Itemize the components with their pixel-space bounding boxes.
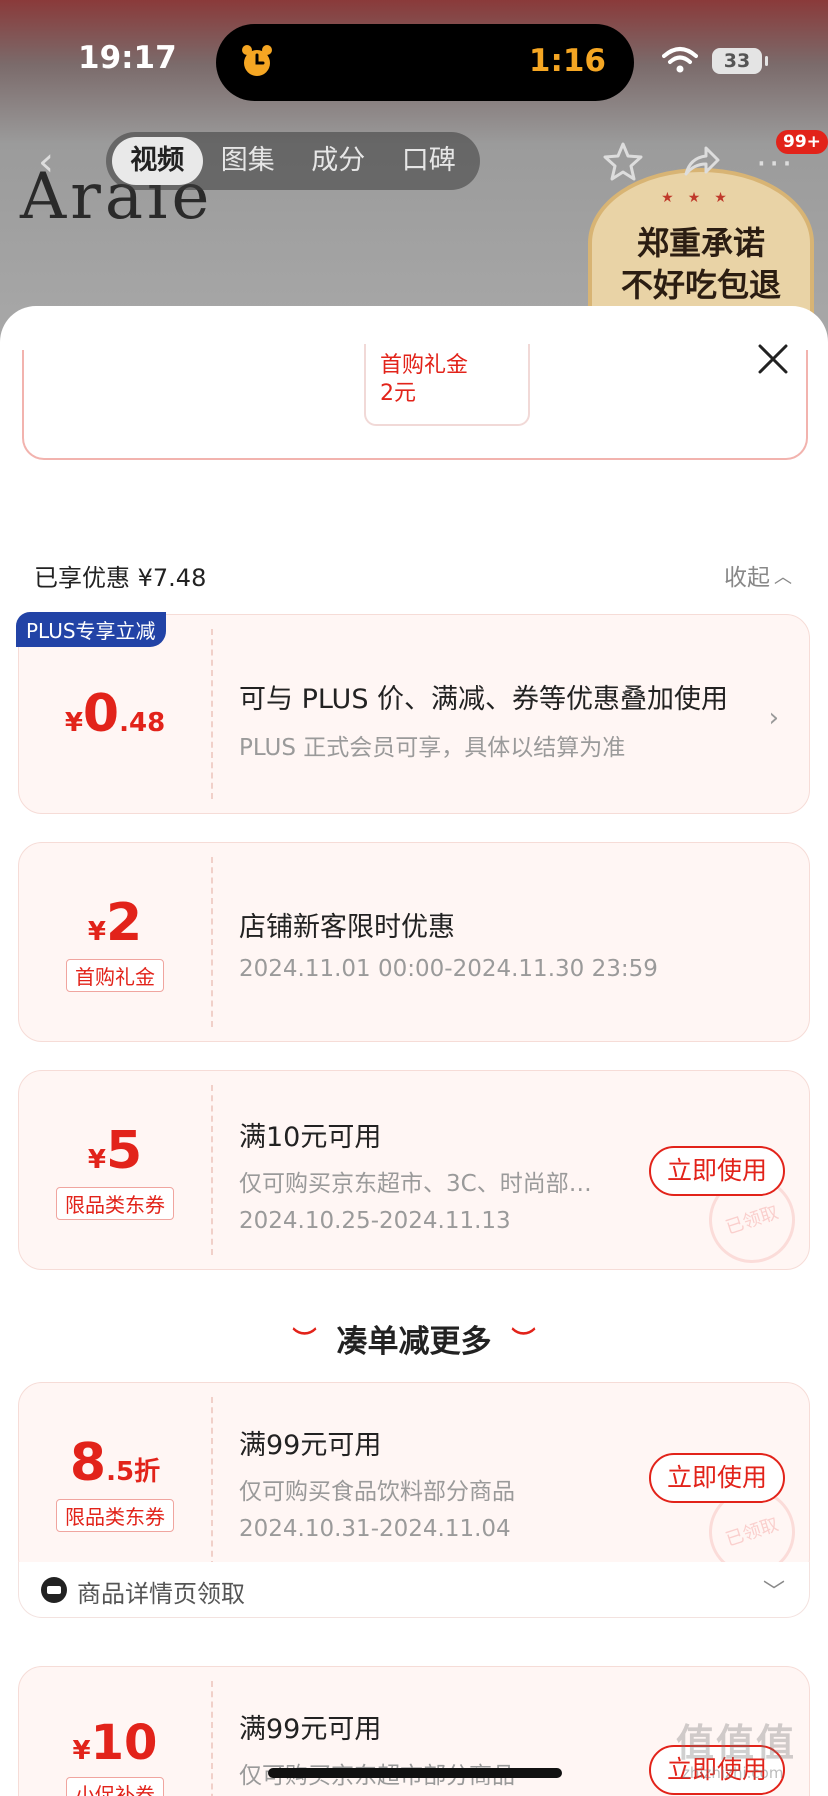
coupon-title: 满99元可用 xyxy=(239,1430,382,1461)
chevron-up-icon: ︿ xyxy=(774,567,792,588)
decor-curl-icon: ︶ xyxy=(292,1326,317,1354)
coupon-tag: 小促补券 xyxy=(66,1777,164,1796)
product-nav-bar: ‹ 视频 图集 成分 口碑 ··· 99+ xyxy=(0,130,828,190)
watermark-logo: 值值值 xyxy=(676,1721,797,1765)
coupon-first-purchase[interactable]: ¥2 首购礼金 店铺新客限时优惠 2024.11.01 00:00-2024.1… xyxy=(18,842,810,1042)
gift-mini-value: 2元 xyxy=(380,381,416,406)
coupon-title: 店铺新客限时优惠 xyxy=(239,912,455,943)
back-arrow-icon[interactable]: ‹ xyxy=(38,142,68,182)
gift-mini-card: 首购礼金 2元 xyxy=(364,344,530,426)
media-tabs: 视频 图集 成分 口碑 xyxy=(106,132,480,190)
coupon-title: 满99元可用 xyxy=(239,1714,382,1745)
coupon-discount-rate: 8.5折 限品类东券 满99元可用 仅可购买食品饮料部分商品 2024.10.3… xyxy=(18,1382,810,1587)
coupon-amount: ¥0.48 xyxy=(64,684,166,744)
coupon-amount: ¥2 xyxy=(87,892,143,953)
coupon-tag: 限品类东券 xyxy=(56,1498,174,1532)
home-indicator[interactable] xyxy=(268,1768,562,1778)
coupon-amount: ¥5 xyxy=(87,1120,143,1181)
coupon-validity: 2024.10.31-2024.11.04 xyxy=(239,1516,511,1542)
tab-video[interactable]: 视频 xyxy=(112,137,203,185)
claim-source-row[interactable]: 商品详情页领取 ﹀ xyxy=(18,1562,810,1618)
stamp-line-2: 不好吃包退 xyxy=(620,266,781,304)
use-now-button[interactable]: 立即使用 xyxy=(649,1146,785,1196)
wifi-icon xyxy=(662,47,698,73)
chevron-down-icon: ﹀ xyxy=(762,1580,785,1605)
chevron-right-icon: › xyxy=(768,703,779,733)
coupon-title: 可与 PLUS 价、满减、券等优惠叠加使用 xyxy=(239,684,729,715)
gift-mini-label: 首购礼金 xyxy=(380,353,469,378)
timer-readout: 1:16 xyxy=(528,43,606,79)
ticket-icon xyxy=(41,1577,67,1603)
promise-stamp: ★★★ 郑重承诺 不好吃包退 xyxy=(588,168,814,318)
coupon-validity: 2024.11.01 00:00-2024.11.30 23:59 xyxy=(239,956,658,982)
coupon-plus-discount[interactable]: PLUS专享立减 ¥0.48 可与 PLUS 价、满减、券等优惠叠加使用 PLU… xyxy=(16,612,810,814)
battery-indicator: 33 xyxy=(712,48,768,74)
coupon-tag: 限品类东券 xyxy=(56,1186,174,1220)
alarm-clock-icon xyxy=(242,45,272,76)
tab-gallery[interactable]: 图集 xyxy=(203,137,294,185)
watermark-site: zhizhizhi.com xyxy=(682,1764,784,1782)
collapse-toggle[interactable]: 收起 ︿ xyxy=(724,558,792,592)
use-now-button[interactable]: 立即使用 xyxy=(649,1453,785,1503)
decor-curl-icon: ︶ xyxy=(511,1326,536,1354)
dynamic-island[interactable]: 1:16 xyxy=(216,24,634,101)
tab-ingredients[interactable]: 成分 xyxy=(293,137,384,185)
status-bar: 19:17 1:16 33 xyxy=(0,0,828,120)
share-icon[interactable] xyxy=(680,140,722,182)
coupon-validity: 2024.10.25-2024.11.13 xyxy=(239,1208,511,1234)
enjoyed-discount-total: 已享优惠 ¥7.48 xyxy=(34,564,207,592)
more-section-title: ︶ 凑单减更多 ︶ xyxy=(292,1324,536,1360)
coupon-amount: 8.5折 xyxy=(69,1432,161,1493)
gift-summary-card: 首购礼金 2元 xyxy=(22,344,808,460)
tab-reviews[interactable]: 口碑 xyxy=(384,137,475,185)
stamp-line-1: 郑重承诺 xyxy=(636,224,765,262)
coupon-scope: 仅可购买食品饮料部分商品 xyxy=(239,1479,515,1505)
coupon-category: ¥5 限品类东券 满10元可用 仅可购买京东超市、3C、时尚部… 2024.10… xyxy=(18,1070,810,1275)
message-badge: 99+ xyxy=(776,130,828,154)
clock: 19:17 xyxy=(78,40,177,76)
claim-source-text: 商品详情页领取 xyxy=(77,1580,245,1608)
coupon-tag: 首购礼金 xyxy=(66,958,164,992)
discount-sheet: 优惠 首购礼金 2元 已享优惠 ¥7.48 收起︿ PLUS专享立减 ¥0.48… xyxy=(0,306,828,1796)
coupon-title: 满10元可用 xyxy=(239,1122,382,1153)
coupon-scope: 仅可购买京东超市、3C、时尚部… xyxy=(239,1171,592,1197)
coupon-subtitle: PLUS 正式会员可享，具体以结算为准 xyxy=(239,735,626,761)
favorite-star-icon[interactable] xyxy=(602,140,644,182)
coupon-amount: ¥10 xyxy=(72,1715,158,1771)
collapse-label: 收起 xyxy=(724,565,770,591)
